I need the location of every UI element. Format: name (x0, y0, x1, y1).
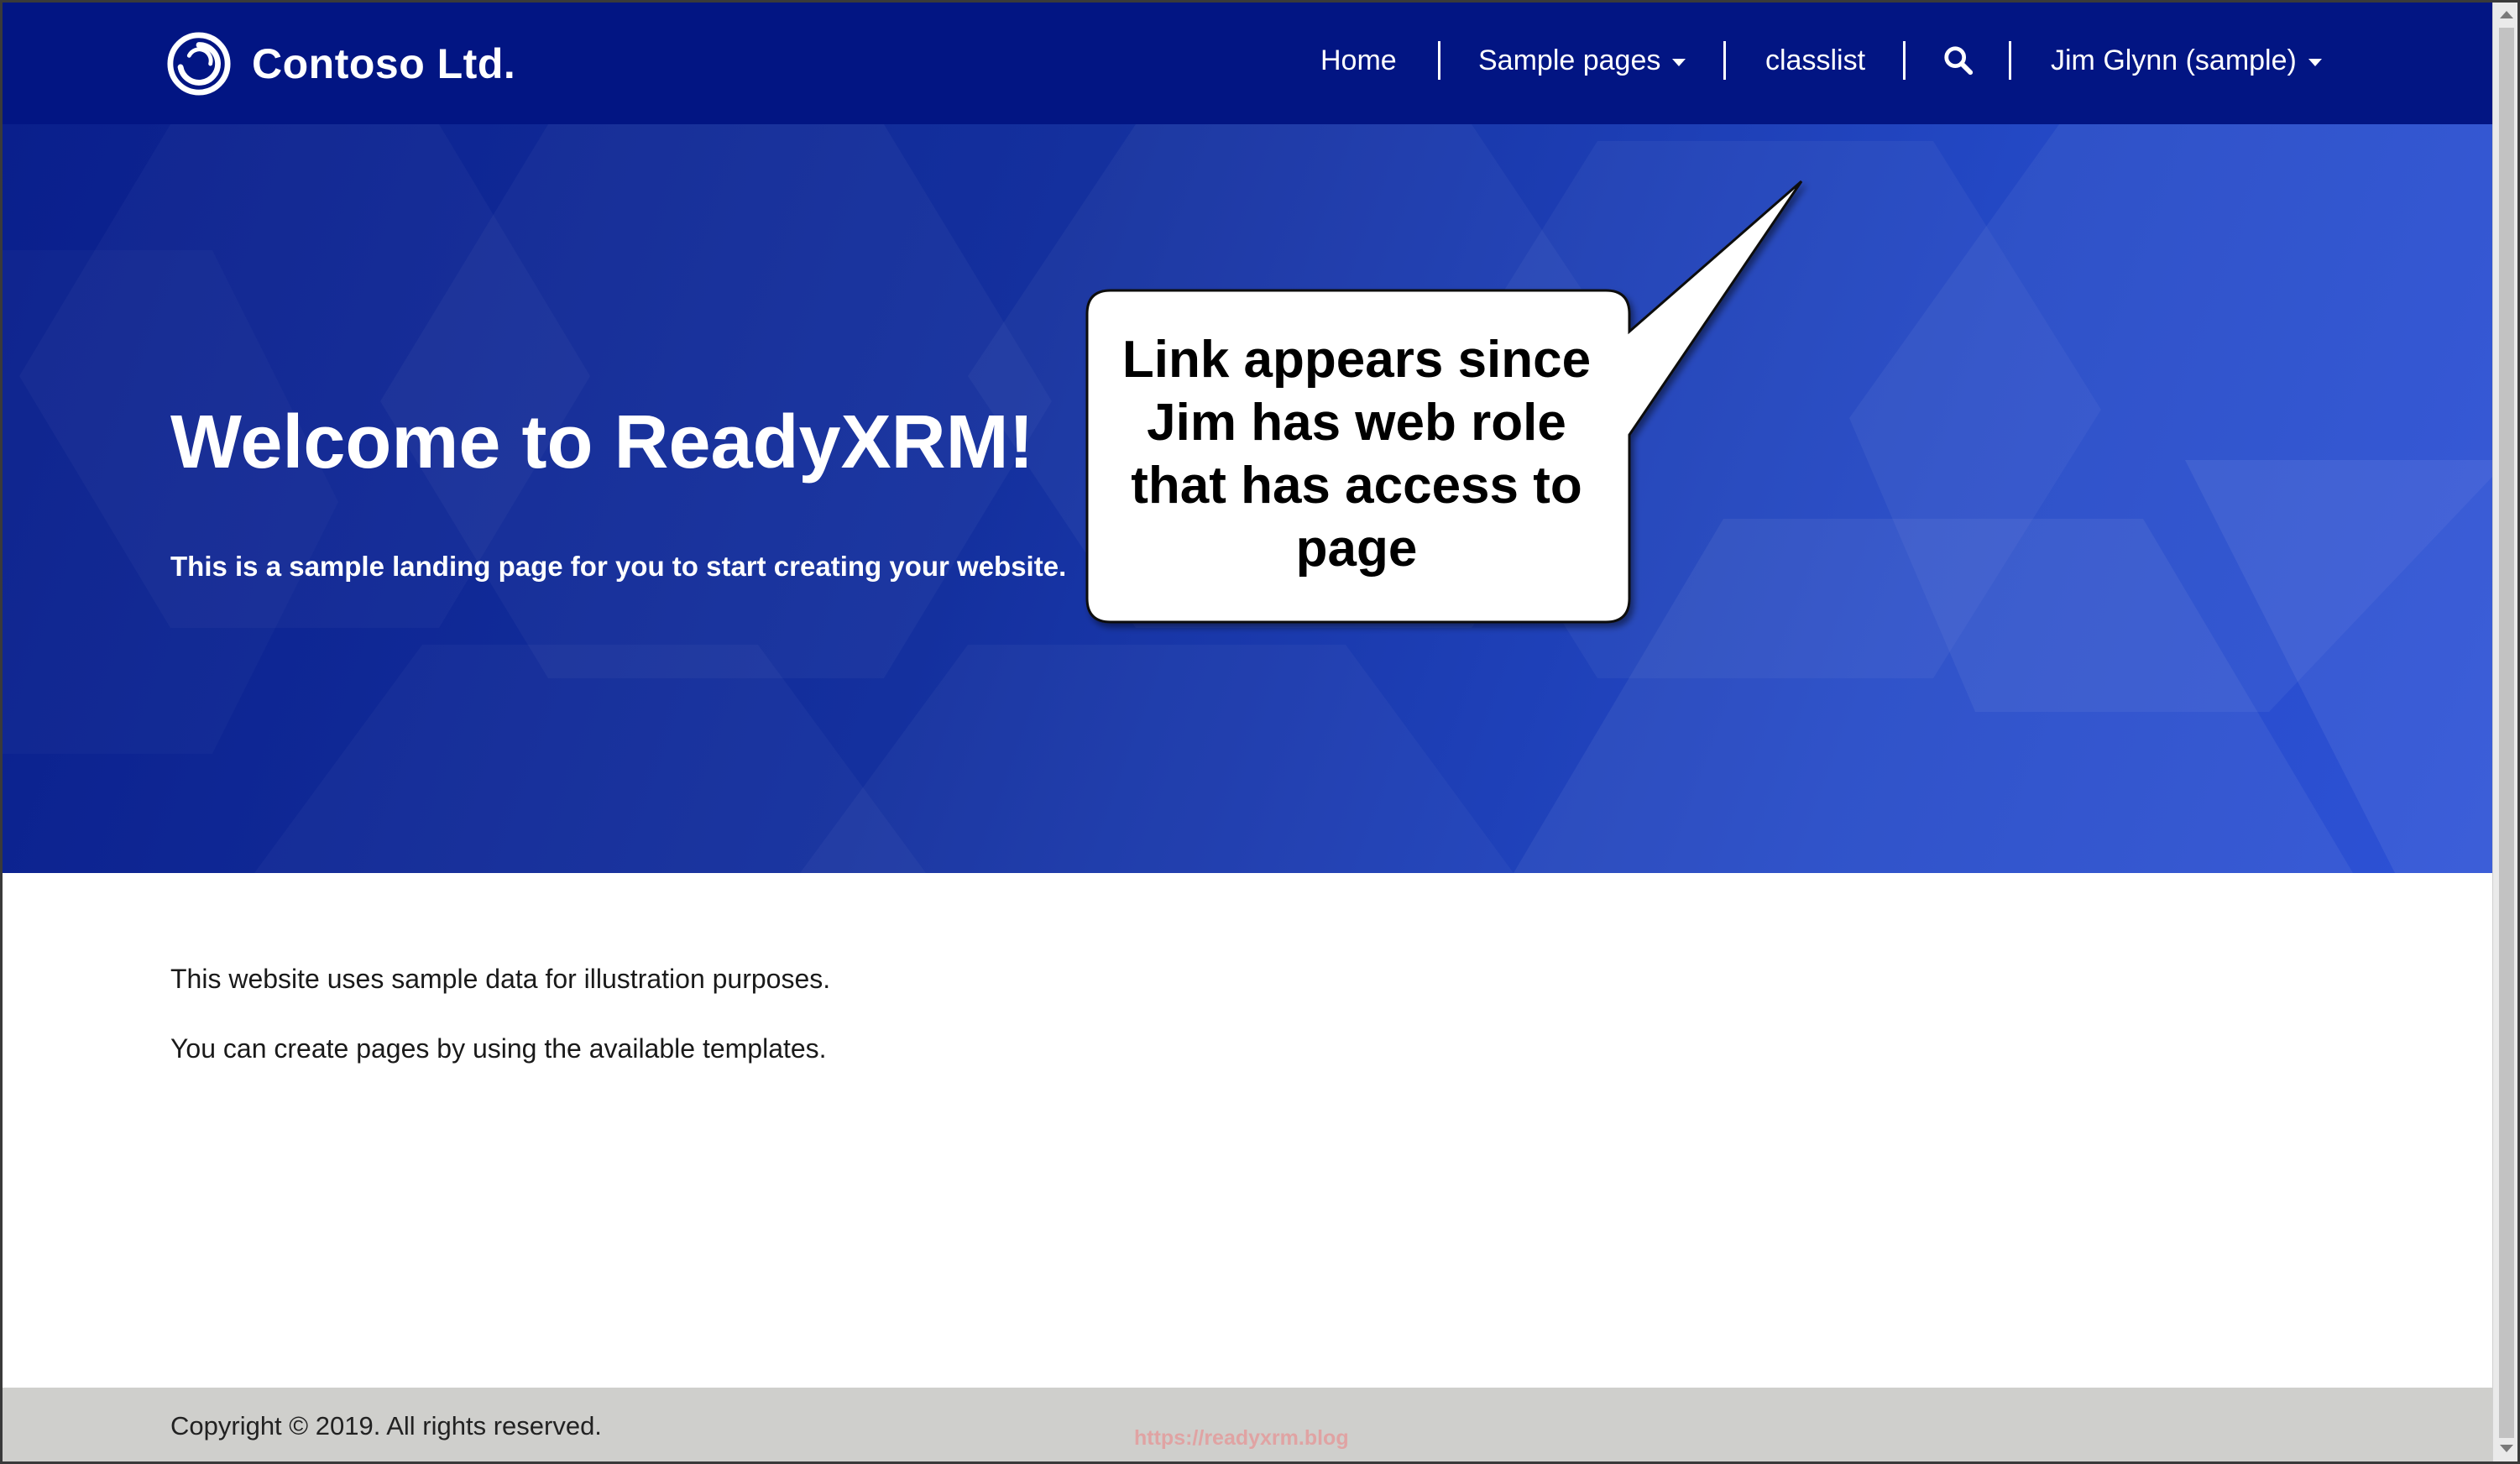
brand-name: Contoso Ltd. (252, 40, 516, 87)
page-footer: Copyright © 2019. All rights reserved. h… (3, 1388, 2492, 1461)
callout-line: Link appears since (1121, 331, 1592, 389)
content-paragraph: You can create pages by using the availa… (170, 1033, 827, 1064)
top-navbar: Contoso Ltd. Home Sample pages classlist… (3, 3, 2492, 124)
callout-text: Link appears since Jim has web role that… (1085, 328, 1628, 580)
scroll-down-arrow-icon[interactable] (2500, 1445, 2513, 1452)
nav-divider (1438, 41, 1440, 80)
hero-subtitle: This is a sample landing page for you to… (170, 551, 1067, 582)
nav-home-link[interactable]: Home (1320, 43, 1397, 78)
brand[interactable]: Contoso Ltd. (166, 31, 515, 97)
scroll-up-arrow-icon[interactable] (2500, 11, 2513, 18)
chevron-down-icon (2308, 58, 2322, 66)
callout-line: that has access to (1131, 457, 1582, 515)
search-icon (1944, 46, 1974, 76)
callout-line: Jim has web role (1147, 394, 1566, 452)
watermark-text: https://readyxrm.blog (1134, 1426, 1349, 1450)
callout-line: page (1295, 520, 1418, 578)
nav-search-button[interactable] (1942, 44, 1974, 76)
nav-classlist-link[interactable]: classlist (1765, 43, 1865, 78)
contoso-logo-icon (167, 32, 231, 96)
nav-user-label: Jim Glynn (sample) (2051, 44, 2297, 76)
chevron-down-icon (1672, 58, 1686, 66)
nav-divider (1723, 41, 1726, 80)
nav-user-dropdown[interactable]: Jim Glynn (sample) (2051, 43, 2322, 78)
browser-page: Contoso Ltd. Home Sample pages classlist… (0, 0, 2520, 1464)
hero-title: Welcome to ReadyXRM! (170, 400, 1034, 484)
nav-divider (1903, 41, 1906, 80)
vertical-scrollbar[interactable] (2492, 3, 2517, 1461)
scroll-thumb[interactable] (2499, 28, 2514, 1438)
content-paragraph: This website uses sample data for illust… (170, 964, 831, 994)
nav-divider (2009, 41, 2011, 80)
nav-sample-pages-dropdown[interactable]: Sample pages (1478, 43, 1686, 78)
nav-sample-pages-label: Sample pages (1478, 44, 1661, 76)
copyright-text: Copyright © 2019. All rights reserved. (170, 1411, 602, 1440)
